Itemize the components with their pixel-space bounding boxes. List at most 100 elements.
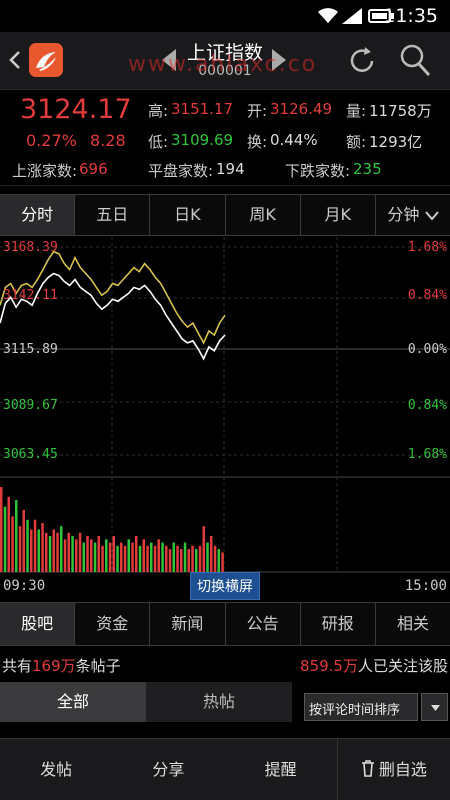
volume-bar	[78, 532, 82, 572]
open-value: 3126.49	[270, 100, 333, 118]
flat-count-label: 平盘家数:	[148, 162, 214, 180]
share-button[interactable]: 分享	[112, 739, 224, 800]
sort-dropdown-button[interactable]	[421, 693, 448, 721]
volume-bar	[67, 532, 70, 572]
flat-count: 194	[216, 160, 245, 178]
volume-bar	[93, 542, 97, 572]
caret-down-icon	[431, 705, 440, 711]
down-count-label: 下跌家数:	[285, 162, 351, 180]
volume-bar	[157, 539, 160, 572]
followers-suffix: 人已关注该股	[357, 657, 448, 675]
clock: 11:35	[383, 5, 438, 27]
high-label: 高:	[148, 102, 169, 120]
volume-bar	[75, 539, 78, 572]
period-tabs: 分时 五日 日K 周K 月K 分钟	[0, 194, 450, 236]
volume-bar	[172, 542, 175, 572]
volume-bar	[127, 539, 130, 572]
bottom-action-bar: 发帖 分享 提醒 删自选	[0, 738, 450, 800]
tab-news[interactable]: 新闻	[150, 603, 226, 645]
volume-bar	[217, 549, 220, 572]
volume-bar	[45, 532, 48, 572]
tab-weekly-k[interactable]: 周K	[226, 195, 301, 235]
quote-panel: 3124.17 0.27% 8.28 高: 3151.17 开: 3126.49…	[0, 90, 450, 186]
y-left-mid: 3115.89	[3, 342, 58, 357]
y-right-top: 1.68%	[407, 240, 447, 255]
volume-bar	[150, 542, 153, 572]
sort-select[interactable]: 按评论时间排序	[304, 693, 418, 721]
remove-watchlist-label: 删自选	[378, 760, 427, 779]
volume-bar	[198, 545, 202, 572]
volume-bar	[56, 532, 59, 572]
tab-related[interactable]: 相关	[376, 603, 450, 645]
volume-bar	[187, 549, 190, 572]
volume-bar	[123, 545, 127, 572]
y-left-top: 3168.39	[3, 240, 58, 255]
refresh-icon[interactable]	[345, 44, 379, 78]
y-right-bottom: 1.68%	[407, 447, 447, 462]
volume-bar	[37, 529, 40, 572]
search-icon[interactable]	[398, 42, 432, 78]
tab-announcements[interactable]: 公告	[226, 603, 301, 645]
posts-count-text: 共有169万条帖子	[2, 655, 121, 676]
volume-bar	[0, 487, 3, 572]
post-button[interactable]: 发帖	[0, 739, 112, 800]
volume-bar	[97, 536, 100, 572]
volume-value: 11758万	[369, 102, 432, 120]
app-header: 上证指数 000001 www.ahlaxc.co	[0, 32, 450, 90]
volume-bar	[206, 542, 209, 572]
tab-research[interactable]: 研报	[301, 603, 376, 645]
trash-icon	[361, 760, 374, 777]
sort-select-label: 按评论时间排序	[309, 703, 401, 718]
volume-bar	[15, 500, 18, 572]
volume-label: 量:	[346, 102, 367, 120]
volume-bar	[213, 545, 217, 572]
volume-bar	[165, 545, 168, 572]
change-percent: 0.27%	[26, 131, 77, 150]
intraday-chart[interactable]: 3168.39 3142.11 3115.89 3089.67 3063.45 …	[0, 237, 450, 601]
up-count-label: 上涨家数:	[12, 162, 78, 180]
filter-hot[interactable]: 热帖	[146, 682, 292, 722]
y-right-upper: 0.84%	[407, 288, 447, 303]
tab-forum[interactable]: 股吧	[0, 603, 76, 645]
posts-prefix: 共有	[2, 657, 33, 675]
posts-suffix: 条帖子	[75, 657, 121, 675]
low-value: 3109.69	[171, 131, 234, 149]
volume-bar	[142, 539, 145, 572]
volume-bar	[168, 549, 172, 572]
x-end-label: 15:00	[404, 578, 447, 594]
volume-bar	[105, 539, 108, 572]
volume-bar	[90, 539, 93, 572]
filter-all[interactable]: 全部	[0, 682, 146, 722]
volume-bar	[48, 536, 52, 572]
turnover-label: 换:	[247, 133, 268, 151]
volume-bar	[7, 496, 10, 572]
volume-bar	[52, 529, 55, 572]
volume-bar	[108, 542, 112, 572]
tab-monthly-k[interactable]: 月K	[301, 195, 376, 235]
y-left-bottom: 3063.45	[3, 447, 58, 462]
tab-daily-k[interactable]: 日K	[150, 195, 226, 235]
volume-bar	[18, 526, 22, 572]
signal-icon	[342, 8, 362, 24]
volume-bar	[112, 536, 115, 572]
posts-count: 169万	[32, 657, 76, 675]
followers-text: 859.5万人已关注该股	[300, 655, 448, 676]
volume-bar	[11, 516, 14, 572]
tab-five-day[interactable]: 五日	[75, 195, 151, 235]
landscape-toggle-button[interactable]: 切换横屏	[190, 572, 260, 600]
volume-bar	[202, 526, 205, 572]
change-value: 8.28	[90, 131, 126, 150]
remind-button[interactable]: 提醒	[225, 739, 337, 800]
remove-watchlist-button[interactable]: 删自选	[336, 739, 450, 800]
tab-intraday[interactable]: 分时	[0, 195, 76, 235]
current-price: 3124.17	[20, 94, 132, 125]
tab-minute[interactable]: 分钟	[376, 195, 450, 235]
volume-bar	[153, 545, 157, 572]
y-left-lower: 3089.67	[3, 398, 58, 413]
volume-bar	[41, 523, 44, 572]
up-count: 696	[79, 160, 108, 178]
tab-funds[interactable]: 资金	[75, 603, 151, 645]
volume-bar	[33, 519, 37, 572]
volume-bar	[161, 542, 164, 572]
wifi-icon	[318, 8, 338, 23]
